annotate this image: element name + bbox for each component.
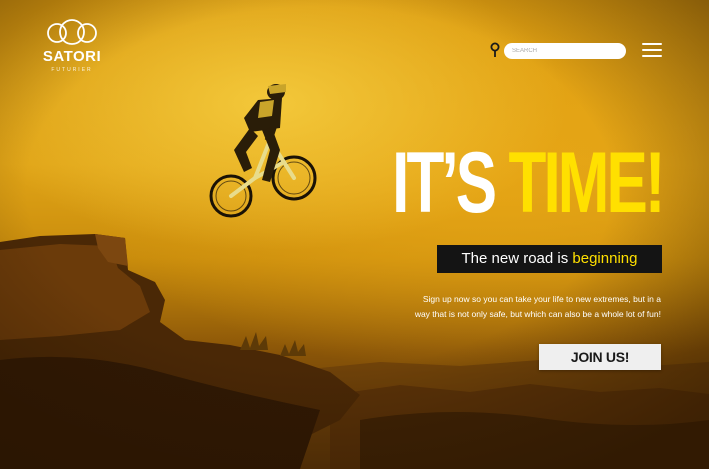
join-us-button[interactable]: JOIN US! <box>539 344 661 370</box>
map-pin-icon[interactable] <box>490 42 500 58</box>
brand-subtitle: FUTURIER <box>51 67 93 73</box>
rings-logo-icon <box>47 19 97 45</box>
description-line-1: Sign up now so you can take your life to… <box>422 294 661 304</box>
tagline-part-1: The new road is <box>461 250 573 267</box>
menu-bar <box>642 55 662 57</box>
hero-headline: IT’S TIME! <box>393 140 666 226</box>
brand-logo[interactable]: SATORI FUTURIER <box>36 18 108 73</box>
headline-part-2: TIME! <box>508 135 666 231</box>
brand-name: SATORI <box>42 48 102 65</box>
tagline-highlight: beginning <box>572 250 638 267</box>
headline-part-1: IT’S <box>392 135 509 231</box>
hero-tagline: The new road is beginning <box>437 245 662 273</box>
description-line-2: way that is not only safe, but which can… <box>414 309 661 319</box>
search-input[interactable] <box>504 43 626 59</box>
hamburger-menu-icon[interactable] <box>642 42 662 58</box>
search-area <box>490 42 628 60</box>
hero-description: Sign up now so you can take your life to… <box>391 292 661 322</box>
menu-bar <box>642 43 662 45</box>
menu-bar <box>642 49 662 51</box>
hero-stage: SATORI FUTURIER IT’S TIME! The new road … <box>0 0 709 469</box>
